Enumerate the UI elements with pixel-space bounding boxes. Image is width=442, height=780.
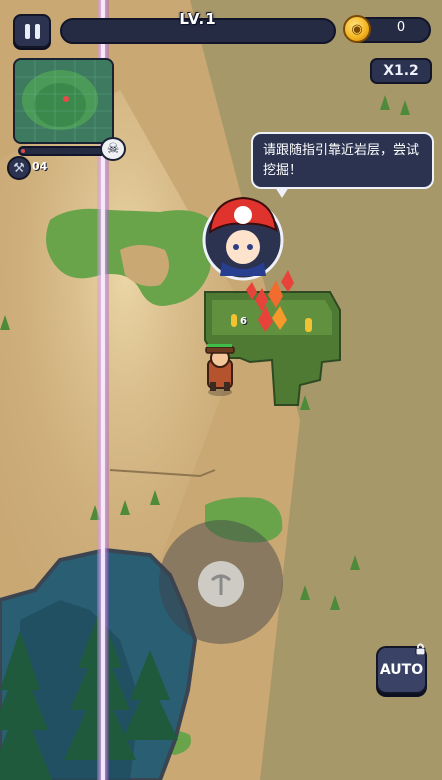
lock-icon <box>415 643 426 655</box>
joystick-knob[interactable] <box>198 561 244 607</box>
coin-icon: ◉ <box>343 15 371 43</box>
pause-bar <box>34 23 40 39</box>
skull-icon: ☠ <box>100 137 126 161</box>
player-character <box>205 344 235 396</box>
mine-progress-fill <box>21 149 26 153</box>
minimap[interactable] <box>13 58 114 144</box>
mine-progress-bar <box>18 146 106 156</box>
level-label: LV.1 <box>179 10 217 28</box>
gold-nugget <box>231 314 237 327</box>
gold-nugget <box>305 318 312 332</box>
pause-button[interactable] <box>13 14 51 48</box>
tutorial-speech-bubble: 请跟随指引靠近岩层，尝试挖掘！ <box>251 132 434 198</box>
coin-count: 0 <box>396 20 406 35</box>
hammer-count: 04 <box>32 160 48 173</box>
guide-portrait <box>202 196 284 281</box>
minimap-view <box>15 60 112 142</box>
hammer-icon: ⚒ <box>7 156 31 180</box>
speed-button[interactable]: X1.2 <box>370 58 432 84</box>
rock-moss-top <box>212 300 332 335</box>
damage-number: 6 <box>240 316 247 327</box>
player-marker <box>63 96 69 102</box>
pickaxe-icon <box>211 574 231 595</box>
pause-bar <box>24 23 30 39</box>
